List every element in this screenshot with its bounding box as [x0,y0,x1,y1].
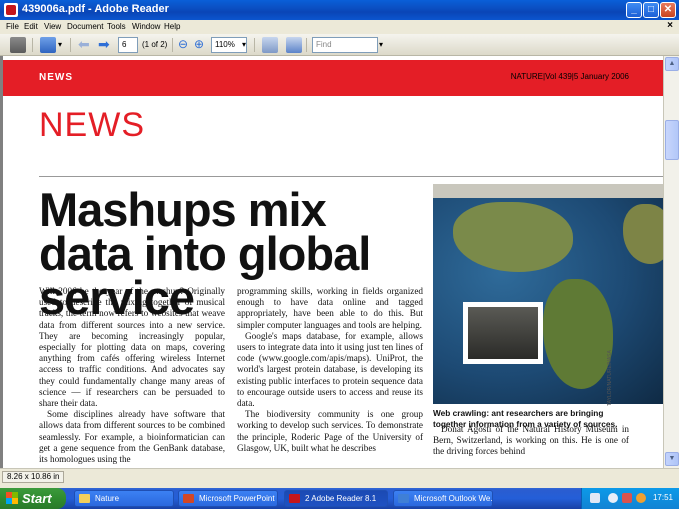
taskbar-item-nature[interactable]: Nature [74,490,174,507]
world-map-photo [433,184,663,404]
issue-line: NATURE|Vol 439|5 January 2006 [510,72,629,81]
powerpoint-icon [183,494,194,503]
outlook-icon [398,494,409,503]
task-label: Nature [95,494,120,503]
toolbar-separator [172,38,173,52]
menu-window[interactable]: Window [132,22,160,31]
ant-inset-photo [463,302,543,364]
keyboard-icon[interactable] [590,493,600,503]
toolbar-separator [70,38,71,52]
task-label: Microsoft PowerPoint ... [199,494,278,503]
start-button[interactable]: Start [0,488,66,509]
zoom-out-icon[interactable]: ⊖ [178,37,188,53]
adobe-reader-window: 439006a.pdf - Adobe Reader _ □ ✕ File Ed… [0,0,679,488]
ant-image [468,307,538,359]
taskbar-item-powerpoint[interactable]: Microsoft PowerPoint ... [178,490,278,507]
paragraph: Will 2006 be the year of the mashup? Ori… [39,286,225,409]
find-dropdown-icon[interactable]: ▾ [379,37,383,53]
page-number-input[interactable]: 6 [118,37,138,53]
zoom-dropdown-icon[interactable]: ▾ [242,37,246,53]
print-icon[interactable] [10,37,26,53]
start-label: Start [22,491,52,506]
arctic-ice-shape [433,184,663,198]
minimize-button[interactable]: _ [626,2,642,18]
adobe-reader-icon [289,494,300,503]
figure-caption: Web crawling: ant researchers are bringi… [433,408,633,429]
status-bar: 8.26 x 10.86 in [0,468,679,488]
fit-page-icon[interactable] [286,37,302,53]
network-icon[interactable] [608,493,618,503]
scroll-thumb[interactable] [665,120,679,160]
clock[interactable]: 17:51 [653,493,673,502]
title-bar[interactable]: 439006a.pdf - Adobe Reader _ □ ✕ [0,0,679,20]
scroll-down-icon[interactable]: ▼ [665,452,679,466]
article-column-3: Donat Agosti of the Natural History Muse… [433,424,629,458]
adobe-reader-icon [4,3,18,17]
menu-document[interactable]: Document [67,22,103,31]
security-icon[interactable] [622,493,632,503]
pdf-page: NEWS NATURE|Vol 439|5 January 2006 NEWS … [3,56,663,468]
article-column-2: programming skills, working in fields or… [237,286,423,454]
collaborate-icon[interactable] [40,37,56,53]
vertical-scrollbar[interactable]: ▲ ▼ [663,56,679,468]
africa-europe-shape [623,204,663,264]
north-america-shape [453,202,573,272]
paragraph: Donat Agosti of the Natural History Muse… [433,424,629,457]
update-icon[interactable] [636,493,646,503]
page-count-label: (1 of 2) [142,40,168,49]
windows-logo-icon [6,492,18,504]
photo-credit: TAYLOR/NATURE/NASA [607,350,613,406]
taskbar: Start Nature Microsoft PowerPoint ... 2 … [0,488,679,509]
zoom-in-icon[interactable]: ⊕ [194,37,204,53]
section-header-band: NEWS NATURE|Vol 439|5 January 2006 [3,60,663,96]
window-title: 439006a.pdf - Adobe Reader [22,3,169,15]
taskbar-item-outlook[interactable]: Microsoft Outlook We... [393,490,493,507]
divider [39,176,663,177]
close-button[interactable]: ✕ [660,2,676,18]
caption-text: Web crawling: ant researchers are bringi… [433,408,618,429]
paragraph: Google's maps database, for example, all… [237,330,423,409]
previous-page-icon[interactable]: ⬅ [78,37,90,53]
taskbar-item-adobe-reader[interactable]: 2 Adobe Reader 8.1 [284,490,388,507]
menu-file[interactable]: File [6,22,19,31]
toolbar-separator [306,38,307,52]
toolbar-separator [254,38,255,52]
menu-edit[interactable]: Edit [24,22,38,31]
task-label: 2 Adobe Reader 8.1 [305,494,377,503]
maximize-button[interactable]: □ [643,2,659,18]
paragraph: Some disciplines already have software t… [39,409,225,465]
folder-icon [79,494,90,503]
find-input[interactable]: Find [312,37,378,53]
next-page-icon[interactable]: ➡ [98,37,110,53]
south-america-shape [543,279,613,389]
section-title: NEWS [39,106,145,144]
chevron-down-icon[interactable]: ▾ [58,37,62,53]
section-tag: NEWS [39,72,73,83]
toolbar: ▾ ⬅ ➡ 6 (1 of 2) ⊖ ⊕ 110% ▾ Find ▾ [0,34,679,56]
menu-bar: File Edit View Document Tools Window Hel… [0,20,679,34]
menu-view[interactable]: View [44,22,61,31]
document-close-icon[interactable]: × [667,20,673,31]
paragraph: The biodiversity community is one group … [237,409,423,453]
article-column-1: Will 2006 be the year of the mashup? Ori… [39,286,225,465]
scroll-up-icon[interactable]: ▲ [665,57,679,71]
fit-width-icon[interactable] [262,37,278,53]
system-tray: 17:51 [581,488,679,509]
document-viewport[interactable]: NEWS NATURE|Vol 439|5 January 2006 NEWS … [0,56,663,468]
paragraph: programming skills, working in fields or… [237,286,423,330]
menu-help[interactable]: Help [164,22,180,31]
page-size-label: 8.26 x 10.86 in [2,471,65,483]
menu-tools[interactable]: Tools [107,22,126,31]
task-label: Microsoft Outlook We... [414,494,493,503]
toolbar-separator [32,38,33,52]
